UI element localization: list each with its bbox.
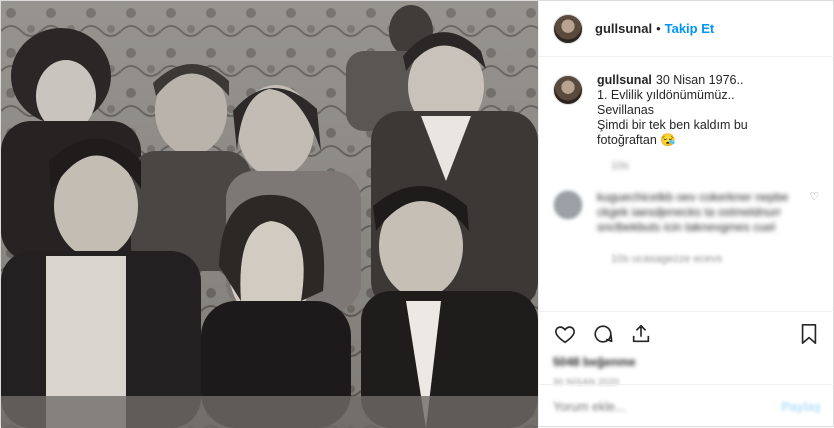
user-avatar[interactable]	[553, 13, 583, 44]
caption-line: Sevillanas	[597, 103, 654, 117]
comment-input[interactable]	[553, 399, 782, 414]
comment-heart-icon[interactable]: ♡	[809, 190, 821, 203]
likes-count[interactable]: 5048 beğenme	[539, 355, 834, 371]
post-sidebar: gullsunal • Takip Et gullsunal 30 Nisan 1…	[538, 1, 834, 428]
post-comment-button[interactable]: Paylaş	[781, 400, 821, 414]
caption-age: 10s	[611, 160, 629, 172]
username-link[interactable]: gullsunal	[595, 21, 652, 36]
caption-username[interactable]: gullsunal	[597, 73, 652, 87]
comment-text: kuguechicelkb oev cokerkner nepbe ckgek …	[597, 190, 789, 234]
follow-button[interactable]: Takip Et	[665, 21, 715, 36]
caption-avatar[interactable]	[553, 75, 583, 105]
separator-dot: •	[656, 21, 661, 36]
caption-text: gullsunal 30 Nisan 1976.. 1. Evlilik yıld…	[597, 73, 821, 148]
bookmark-icon[interactable]	[797, 322, 821, 346]
caption-line: 30 Nisan 1976..	[655, 73, 744, 87]
comments-panel: gullsunal 30 Nisan 1976.. 1. Evlilik yıld…	[539, 57, 834, 311]
add-comment-bar: Paylaş	[539, 384, 834, 428]
caption-line: Şimdi bir tek ben kaldım bu	[597, 118, 748, 132]
caption-line: 1. Evlilik yıldönümümüz..	[597, 88, 735, 102]
post-header: gullsunal • Takip Et	[539, 1, 834, 57]
caption-line: fotoğraftan 😪	[597, 133, 676, 147]
caption: gullsunal 30 Nisan 1976.. 1. Evlilik yıld…	[553, 73, 821, 148]
action-bar	[539, 311, 834, 355]
share-icon[interactable]	[629, 322, 653, 346]
comment-item: kuguechicelkb oev cokerkner nepbe ckgek …	[553, 190, 821, 235]
post-photo[interactable]	[1, 1, 538, 428]
comment-meta: 10s ucasagezze ecevs	[611, 253, 723, 265]
commenter-avatar[interactable]	[553, 190, 583, 220]
comment-icon[interactable]	[591, 322, 615, 346]
post-container: gullsunal • Takip Et gullsunal 30 Nisan 1…	[0, 0, 834, 428]
vintage-group-photo	[1, 1, 538, 428]
heart-icon[interactable]	[553, 322, 577, 346]
